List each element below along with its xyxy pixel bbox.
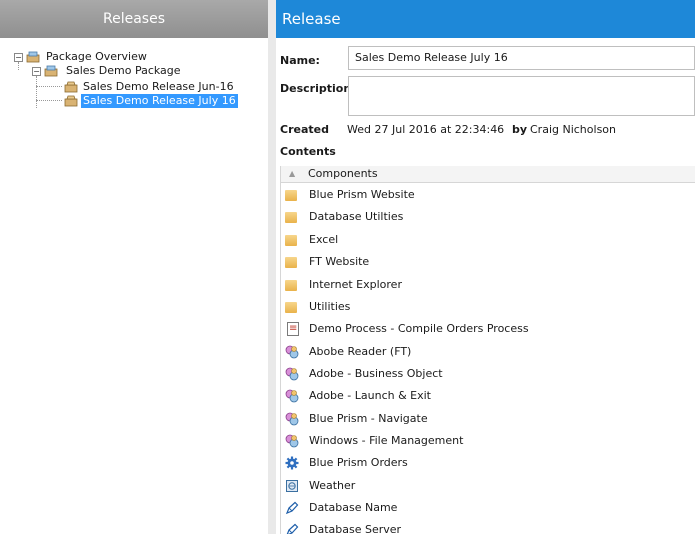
business-object-icon xyxy=(285,367,299,381)
component-row[interactable]: Excel xyxy=(281,229,695,251)
component-row[interactable]: Adobe - Launch & Exit xyxy=(281,385,695,407)
component-row[interactable]: Weather xyxy=(281,475,695,497)
release-icon xyxy=(64,81,78,93)
tree-item-label: Sales Demo Release Jun-16 xyxy=(83,80,234,93)
package-icon xyxy=(26,51,40,63)
component-row[interactable]: Demo Process - Compile Orders Process xyxy=(281,318,695,340)
releases-panel-title: Releases xyxy=(0,0,268,38)
component-row[interactable]: Blue Prism Website xyxy=(281,184,695,206)
by-label: by xyxy=(512,123,528,136)
folder-icon xyxy=(285,235,297,246)
release-panel-title: Release xyxy=(276,0,695,38)
gear-icon xyxy=(285,456,299,470)
release-details-panel: Release Name: Sales Demo Release July 16… xyxy=(276,0,695,534)
web-service-icon xyxy=(286,480,298,492)
components-grid: ▲ Components Blue Prism Website Database… xyxy=(280,166,695,534)
component-row[interactable]: Utilities xyxy=(281,296,695,318)
created-by-value: Craig Nicholson xyxy=(530,123,617,136)
component-row[interactable]: Adobe - Business Object xyxy=(281,363,695,385)
component-row[interactable]: Database Name xyxy=(281,497,695,519)
name-field[interactable]: Sales Demo Release July 16 xyxy=(348,46,695,70)
component-row[interactable]: Blue Prism - Navigate xyxy=(281,408,695,430)
collapse-icon[interactable]: − xyxy=(14,53,23,62)
created-label: Created xyxy=(280,123,329,136)
name-label: Name: xyxy=(280,54,320,67)
credential-icon xyxy=(285,501,299,515)
credential-icon xyxy=(286,523,299,534)
business-object-icon xyxy=(285,389,299,403)
component-row[interactable]: Blue Prism Orders xyxy=(281,452,695,474)
description-field[interactable] xyxy=(348,76,695,116)
folder-icon xyxy=(285,257,297,268)
tree-item-label: Sales Demo Package xyxy=(66,64,181,77)
package-icon xyxy=(44,65,58,77)
components-column-header[interactable]: ▲ Components xyxy=(281,166,695,183)
process-icon xyxy=(287,318,299,340)
component-row[interactable]: Internet Explorer xyxy=(281,274,695,296)
component-row[interactable]: Database Server xyxy=(281,519,695,534)
releases-panel: Releases − Package Overview − Sales Demo… xyxy=(0,0,272,534)
component-row[interactable]: Database Utilties xyxy=(281,206,695,228)
component-row[interactable]: Abobe Reader (FT) xyxy=(281,341,695,363)
contents-label: Contents xyxy=(280,145,336,158)
tree-item-label: Package Overview xyxy=(46,50,147,63)
folder-icon xyxy=(285,190,297,201)
description-label: Description: xyxy=(280,82,356,95)
component-row[interactable]: FT Website xyxy=(281,251,695,273)
business-object-icon xyxy=(285,434,299,448)
tree-item-label: Sales Demo Release July 16 xyxy=(81,94,238,108)
created-value: Wed 27 Jul 2016 at 22:34:46 xyxy=(347,123,505,136)
folder-icon xyxy=(285,212,297,223)
business-object-icon xyxy=(285,412,299,426)
release-icon xyxy=(64,95,78,107)
collapse-icon[interactable]: − xyxy=(32,67,41,76)
business-object-icon xyxy=(285,345,299,359)
folder-icon xyxy=(285,280,297,291)
component-row[interactable]: Windows - File Management xyxy=(281,430,695,452)
folder-icon xyxy=(285,302,297,313)
sort-ascending-icon: ▲ xyxy=(289,169,296,178)
panel-splitter[interactable] xyxy=(268,0,276,534)
